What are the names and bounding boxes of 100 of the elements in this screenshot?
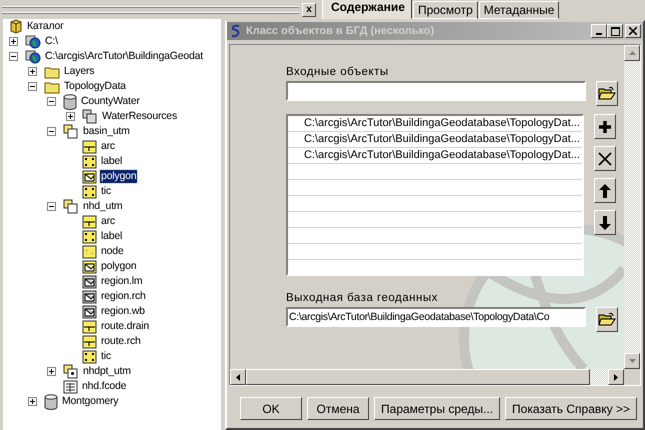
region-icon [82,274,97,288]
tree-item[interactable]: polygon [100,170,138,183]
tree-item[interactable]: tic [100,350,112,363]
layers-icon [82,109,98,124]
list-item[interactable]: C:\arcgis\ArcTutor\BuildingaGeodatabase\TopologyDat... [288,116,582,132]
grip-bar[interactable] [2,6,299,14]
tree-item[interactable]: label [100,230,124,243]
expand-icon[interactable] [66,112,75,121]
add-button[interactable] [594,114,616,139]
tree-item[interactable]: basin_utm [82,125,131,138]
field-label: Входные объекты [286,66,390,78]
arrow-down-icon [599,216,611,230]
close-button[interactable]: x [302,2,316,16]
folder-icon [598,312,616,327]
arrow-up-icon [599,184,611,198]
tree-item[interactable]: CountyWater [80,95,141,108]
tree-item[interactable]: nhd.fcode [81,380,128,393]
globe-icon [25,34,41,49]
dialog-button[interactable]: OK [240,397,302,420]
route-icon [82,334,97,348]
script-icon [230,24,242,38]
tree-item[interactable]: arc [100,140,116,153]
folder-icon [44,80,60,94]
layers-icon [63,199,79,214]
list-item[interactable]: C:\arcgis\ArcTutor\BuildingaGeodatabase\TopologyDat... [288,148,582,164]
tree-item[interactable]: C:\ [44,35,59,48]
tree-item[interactable]: node [100,245,125,258]
scroll-right-icon [614,374,618,380]
remove-button[interactable] [594,146,616,171]
tab[interactable]: Просмотр [412,1,478,19]
tree-item[interactable]: arc [100,215,116,228]
tab[interactable]: Содержание [322,0,412,19]
node-icon [82,244,97,258]
tree-item[interactable]: C:\arcgis\ArcTutor\BuildingaGeodat [44,50,204,63]
minimize-button[interactable] [591,24,607,38]
plus-icon [598,120,612,134]
move-up-button[interactable] [594,178,616,203]
globe-icon [25,49,41,64]
tree-item[interactable]: route.rch [100,335,142,348]
tic-icon [82,350,97,364]
polygon-icon [82,170,97,184]
move-down-button[interactable] [594,210,616,235]
table-icon [63,380,78,394]
browse-button[interactable] [596,307,618,332]
collapse-icon[interactable] [28,82,37,91]
folder-icon [598,86,616,101]
collapse-icon[interactable] [47,202,56,211]
tree-item[interactable]: nhd_utm [82,200,124,213]
layers-icon [63,364,79,379]
tree-item[interactable]: label [100,155,124,168]
tic-icon [82,184,97,198]
folder-icon [44,64,60,78]
region-icon [82,290,97,304]
catalog-icon [9,19,23,34]
expand-icon[interactable] [28,397,37,406]
tree-item[interactable]: tic [100,185,112,198]
tree-item[interactable]: polygon [100,260,138,273]
label-icon [82,230,97,244]
tab[interactable]: Метаданные [478,1,560,19]
tree-item[interactable]: region.wb [100,305,146,318]
route-icon [82,320,97,334]
polygon-icon [82,260,97,274]
scroll-down-icon [628,359,636,363]
label-icon [82,154,97,168]
window-title: Класс объектов в БГД (несколько) [246,25,436,37]
browse-button[interactable] [596,81,618,106]
close-icon [629,27,637,35]
dialog-button[interactable]: Показать Справку >> [505,397,637,420]
tree-item[interactable]: Каталог [26,20,65,33]
collapse-icon[interactable] [9,52,18,61]
tree-item[interactable]: WaterResources [101,110,178,123]
collapse-icon[interactable] [47,97,56,106]
dialog-button[interactable]: Параметры среды... [374,397,500,420]
tree-item[interactable]: Montgomery [61,395,120,408]
input-field[interactable] [286,81,586,101]
maximize-button[interactable] [607,24,623,38]
tree-item[interactable]: region.lm [100,275,144,288]
tree-item[interactable]: region.rch [100,290,147,303]
output-field[interactable]: C:\arcgis\ArcTutor\BuildingaGeodatabase\TopologyData\Co [286,307,586,327]
x-icon [598,152,612,166]
scroll-left-icon [236,374,240,380]
scroll-up-icon [628,51,636,55]
expand-icon[interactable] [9,37,18,46]
maximize-icon [610,26,620,36]
arc-icon [82,214,97,228]
database-icon [44,394,58,410]
arc-icon [82,140,97,154]
close-button[interactable] [625,24,641,38]
tree-item[interactable]: nhdpt_utm [82,365,132,378]
field-label: Выходная база геоданных [286,292,439,304]
collapse-icon[interactable] [47,127,56,136]
expand-icon[interactable] [47,367,56,376]
tree-item[interactable]: Layers [63,65,96,78]
dialog-button[interactable]: Отмена [307,397,370,420]
list-item[interactable]: C:\arcgis\ArcTutor\BuildingaGeodatabase\TopologyDat... [288,132,582,148]
tree-item[interactable]: TopologyData [63,80,127,93]
expand-icon[interactable] [28,67,37,76]
vertical-scrollbar[interactable] [624,45,640,369]
layers-icon [63,124,79,139]
tree-item[interactable]: route.drain [100,320,150,333]
